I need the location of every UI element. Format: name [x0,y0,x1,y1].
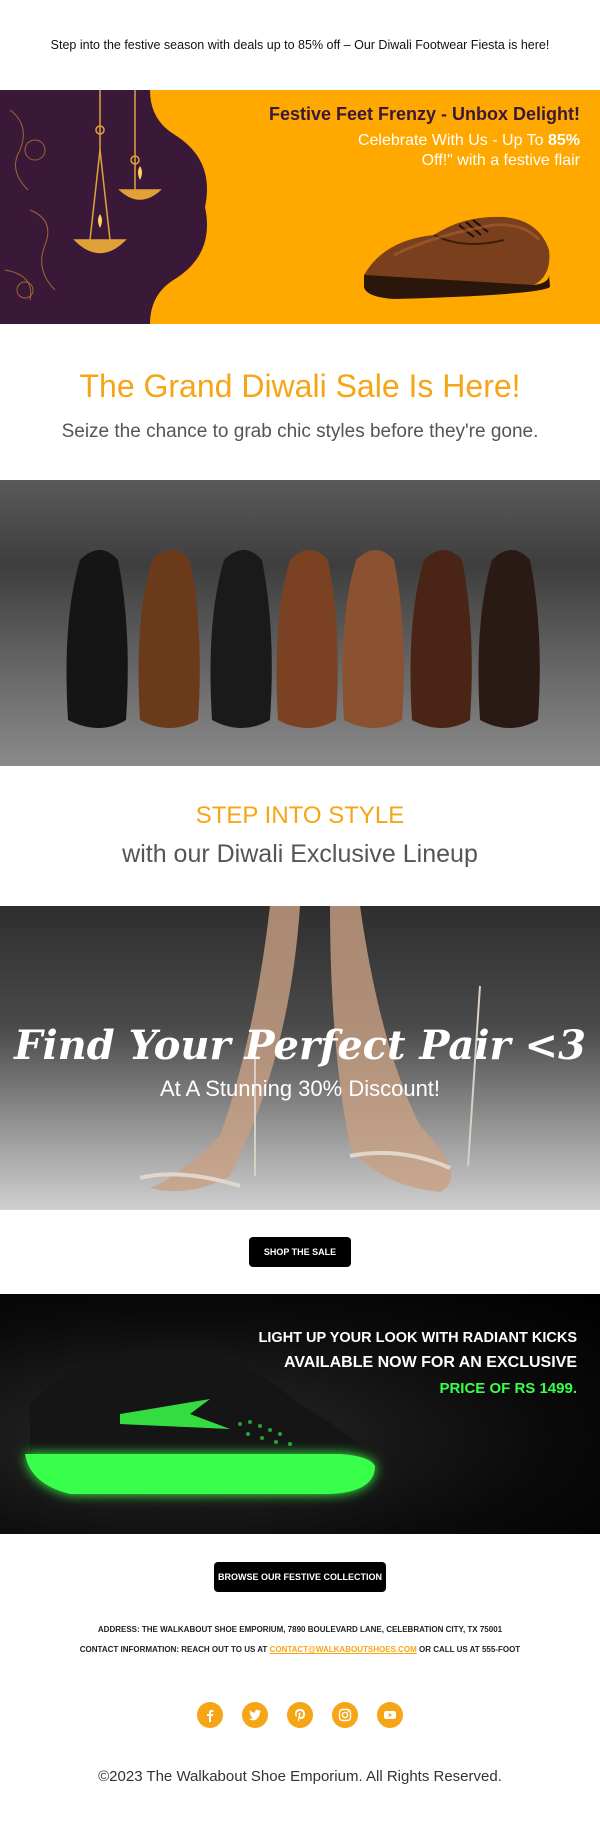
hero-subtitle: Celebrate With Us - Up To 85% Off!" with… [357,132,580,169]
kicks-copy: LIGHT UP YOUR LOOK WITH RADIANT KICKS AV… [259,1330,577,1397]
preheader-text: Step into the festive season with deals … [50,38,550,52]
heels-title: Find Your Perfect Pair <3 [14,1022,586,1069]
hero-title: Festive Feet Frenzy - Unbox Delight! [268,104,580,124]
browse-collection-button[interactable]: BROWSE OUR FESTIVE COLLECTION [214,1562,386,1592]
email-page: Step into the festive season with deals … [0,0,600,1833]
kicks-line-1: LIGHT UP YOUR LOOK WITH RADIANT KICKS [258,1330,577,1346]
kicks-line-2: AVAILABLE NOW FOR AN EXCLUSIVE [283,1354,577,1371]
footer-contact: CONTACT INFORMATION: REACH OUT TO US AT … [79,1645,521,1654]
style-subtitle: with our Diwali Exclusive Lineup [122,840,478,868]
brown-oxford-shoe-image [364,216,550,299]
social-links [0,1702,600,1728]
diwali-lamp-illustration [0,90,207,324]
twitter-icon[interactable] [242,1702,268,1728]
sale-title: The Grand Diwali Sale Is Here! [79,368,521,404]
sale-subtitle: Seize the chance to grab chic styles bef… [61,421,539,442]
heels-subtitle: At A Stunning 30% Discount! [159,1076,441,1101]
radiant-kicks-banner: LIGHT UP YOUR LOOK WITH RADIANT KICKS AV… [0,1294,600,1534]
heels-banner: Find Your Perfect Pair <3 At A Stunning … [0,906,600,1210]
kicks-price: PRICE OF RS 1499. [439,1380,577,1397]
shoe-lineup-graphic [66,550,540,728]
youtube-icon[interactable] [377,1702,403,1728]
instagram-icon[interactable] [332,1702,358,1728]
footer-address: ADDRESS: THE WALKABOUT SHOE EMPORIUM, 78… [97,1625,503,1634]
hero-banner: Festive Feet Frenzy - Unbox Delight! Cel… [0,90,600,324]
shop-button-row: SHOP THE SALE [0,1210,600,1294]
style-section: STEP INTO STYLE with our Diwali Exclusiv… [0,766,600,906]
facebook-icon[interactable] [197,1702,223,1728]
shoe-lineup-image [0,480,600,766]
copyright-text: ©2023 The Walkabout Shoe Emporium. All R… [98,1768,502,1785]
contact-email-link[interactable]: CONTACT@WALKABOUTSHOES.COM [270,1645,417,1654]
style-title: STEP INTO STYLE [195,802,405,829]
shop-the-sale-button[interactable]: SHOP THE SALE [249,1237,351,1267]
footer-info: ADDRESS: THE WALKABOUT SHOE EMPORIUM, 78… [0,1620,600,1660]
collection-button-row: BROWSE OUR FESTIVE COLLECTION [0,1534,600,1620]
pinterest-icon[interactable] [287,1702,313,1728]
preheader: Step into the festive season with deals … [0,0,600,90]
hero-copy: Festive Feet Frenzy - Unbox Delight! Cel… [269,104,580,171]
sale-section: The Grand Diwali Sale Is Here! Seize the… [0,324,600,480]
